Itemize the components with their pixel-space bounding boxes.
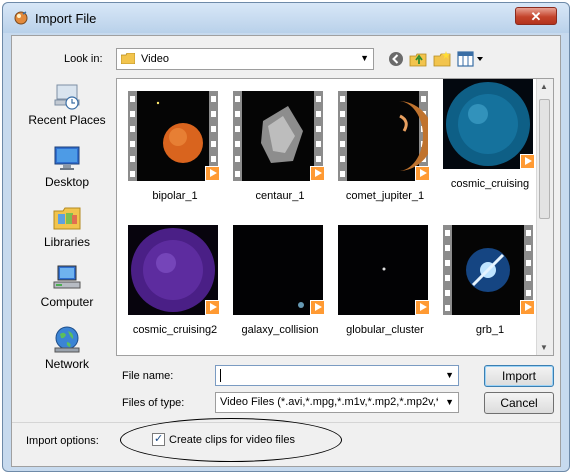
create-clips-label[interactable]: Create clips for video files: [169, 434, 295, 446]
recent-places-icon: [54, 84, 80, 110]
file-name-input[interactable]: ▼: [215, 365, 459, 386]
places-bar: Recent Places Desktop Libraries Computer…: [22, 81, 112, 421]
folder-icon: [121, 53, 135, 64]
play-icon: [205, 300, 220, 315]
network-icon: [54, 326, 80, 353]
file-item-grb-1[interactable]: grb_1: [436, 225, 544, 345]
file-name-label: cosmic_cruising: [450, 178, 530, 190]
vertical-scrollbar[interactable]: ▲ ▼: [536, 79, 553, 355]
cancel-button[interactable]: Cancel: [484, 392, 554, 414]
file-name-label: galaxy_collision: [241, 324, 319, 336]
place-recent-places[interactable]: Recent Places: [22, 81, 112, 137]
file-item-comet-jupiter-1[interactable]: comet_jupiter_1: [331, 91, 439, 211]
title-bar[interactable]: Import File ✕: [3, 3, 569, 33]
place-network[interactable]: Network: [22, 325, 112, 381]
file-item-cosmic-cruising2[interactable]: cosmic_cruising2: [121, 225, 229, 345]
scrollbar-thumb[interactable]: [539, 99, 550, 219]
file-item-globular-cluster[interactable]: globular_cluster: [331, 225, 439, 345]
file-name-label: comet_jupiter_1: [345, 190, 425, 202]
import-options-label: Import options:: [26, 435, 99, 447]
place-label: Computer: [40, 295, 94, 309]
chevron-down-icon[interactable]: ▼: [445, 370, 454, 380]
desktop-icon: [54, 146, 80, 170]
file-name-label: bipolar_1: [152, 190, 198, 202]
view-menu-icon[interactable]: [457, 50, 485, 68]
libraries-icon: [53, 207, 81, 230]
new-folder-icon[interactable]: [433, 50, 451, 68]
look-in-value: Video: [141, 53, 169, 65]
play-icon: [415, 166, 430, 181]
dialog-body: Look in: Video ▼ Recent Places Desktop L…: [11, 35, 561, 467]
file-name-label: globular_cluster: [346, 324, 424, 336]
text-caret: [220, 369, 221, 382]
import-button[interactable]: Import: [484, 365, 554, 387]
file-name-label: centaur_1: [255, 190, 305, 202]
files-of-type-label: Files of type:: [122, 397, 185, 409]
file-list-view[interactable]: bipolar_1 centaur_1 comet_jupiter_1 cosm…: [116, 78, 554, 356]
file-item-galaxy-collision[interactable]: galaxy_collision: [226, 225, 334, 345]
place-label: Desktop: [44, 175, 90, 189]
files-of-type-dropdown[interactable]: Video Files (*.avi,*.mpg,*.m1v,*.mp2,*.m…: [215, 392, 459, 413]
scroll-down-icon[interactable]: ▼: [540, 343, 548, 352]
file-item-cosmic-cruising[interactable]: cosmic_cruising: [436, 79, 544, 199]
up-folder-icon[interactable]: [409, 50, 427, 68]
play-icon: [310, 300, 325, 315]
create-clips-checkbox[interactable]: [152, 432, 165, 446]
files-of-type-value: Video Files (*.avi,*.mpg,*.m1v,*.mp2,*.m…: [220, 396, 438, 408]
place-label: Recent Places: [28, 113, 106, 127]
close-button[interactable]: ✕: [515, 7, 557, 25]
file-item-bipolar-1[interactable]: bipolar_1: [121, 91, 229, 211]
chevron-down-icon: ▼: [445, 397, 454, 407]
computer-icon: [53, 265, 81, 289]
place-label: Libraries: [43, 235, 91, 249]
play-icon: [520, 154, 535, 169]
file-item-centaur-1[interactable]: centaur_1: [226, 91, 334, 211]
app-icon: [14, 11, 28, 25]
look-in-dropdown[interactable]: Video ▼: [116, 48, 374, 70]
file-name-label: File name:: [122, 370, 174, 382]
play-icon: [310, 166, 325, 181]
chevron-down-icon: ▼: [360, 53, 369, 63]
scroll-up-icon[interactable]: ▲: [540, 82, 548, 91]
place-label: Network: [44, 357, 89, 371]
play-icon: [415, 300, 430, 315]
place-computer[interactable]: Computer: [22, 263, 112, 319]
file-name-label: cosmic_cruising2: [132, 324, 218, 336]
window-title: Import File: [35, 11, 97, 26]
place-libraries[interactable]: Libraries: [22, 203, 112, 259]
play-icon: [205, 166, 220, 181]
look-in-label: Look in:: [64, 53, 103, 65]
play-icon: [520, 300, 535, 315]
place-desktop[interactable]: Desktop: [22, 143, 112, 199]
file-name-label: grb_1: [475, 324, 505, 336]
back-icon[interactable]: [387, 50, 405, 68]
import-file-dialog: Import File ✕ Look in: Video ▼ Recent Pl…: [2, 2, 570, 472]
